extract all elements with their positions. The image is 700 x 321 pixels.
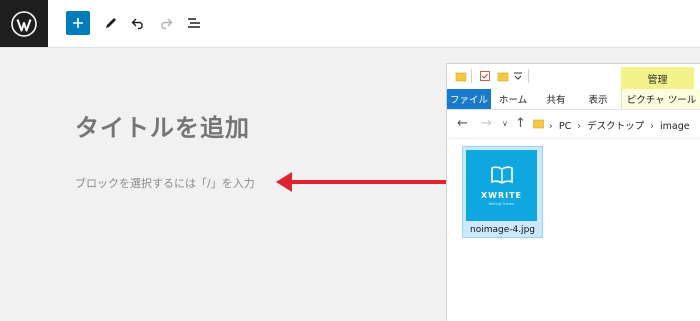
tab-file[interactable]: ファイル (447, 89, 491, 109)
up-arrow-icon[interactable]: ↑ (515, 116, 526, 131)
editor-top-toolbar (0, 0, 700, 48)
file-explorer-window: 管理 ファイル ホーム 共有 表示 ピクチャ ツール ← → ∨ ↑ › PC … (446, 63, 700, 321)
customize-quick-access-icon[interactable] (513, 70, 523, 82)
open-book-icon (490, 166, 513, 184)
add-block-button[interactable] (66, 11, 90, 35)
tab-home[interactable]: ホーム (493, 89, 533, 109)
file-name-label: noimage-4.jpg (469, 225, 535, 235)
address-bar: ← → ∨ ↑ › PC › デスクトップ › image (447, 110, 700, 139)
tab-share[interactable]: 共有 (539, 89, 573, 109)
post-title-input[interactable]: タイトルを追加 (75, 108, 250, 143)
properties-icon[interactable] (479, 70, 491, 82)
thumbnail-sub-text: Writing Theme (488, 202, 515, 206)
breadcrumb[interactable]: › PC › デスクトップ › image (537, 118, 690, 132)
breadcrumb-pc[interactable]: PC (559, 121, 571, 132)
thumbnail-brand-text: XWRITE (480, 191, 523, 200)
chevron-right-icon: › (549, 121, 553, 132)
tab-view[interactable]: 表示 (581, 89, 615, 109)
breadcrumb-image[interactable]: image (660, 121, 690, 132)
breadcrumb-desktop[interactable]: デスクトップ (587, 121, 644, 132)
wordpress-logo-icon[interactable] (0, 0, 48, 47)
undo-icon[interactable] (127, 12, 149, 34)
explorer-titlebar: 管理 (447, 64, 700, 89)
block-appender-hint[interactable]: ブロックを選択するには「/」を入力 (75, 175, 255, 191)
tab-picture-tools[interactable]: ピクチャ ツール (621, 89, 700, 109)
manage-contextual-tab[interactable]: 管理 (621, 67, 694, 89)
new-folder-icon[interactable] (497, 70, 509, 82)
back-arrow-icon[interactable]: ← (457, 116, 468, 131)
chevron-right-icon: › (650, 121, 654, 132)
folder-icon[interactable] (455, 70, 467, 82)
ribbon-tabs: ファイル ホーム 共有 表示 ピクチャ ツール (447, 89, 700, 110)
plus-icon (73, 18, 83, 28)
forward-arrow-icon[interactable]: → (481, 116, 492, 131)
edit-pencil-icon[interactable] (100, 12, 122, 34)
chevron-right-icon: › (577, 121, 582, 132)
image-thumbnail: XWRITE Writing Theme (466, 150, 537, 221)
list-view-icon[interactable] (183, 12, 205, 34)
redo-icon[interactable] (155, 12, 177, 34)
red-arrow-icon (276, 172, 456, 192)
recent-locations-icon[interactable]: ∨ (502, 119, 508, 128)
file-item-selected[interactable]: XWRITE Writing Theme noimage-4.jpg (462, 146, 543, 238)
